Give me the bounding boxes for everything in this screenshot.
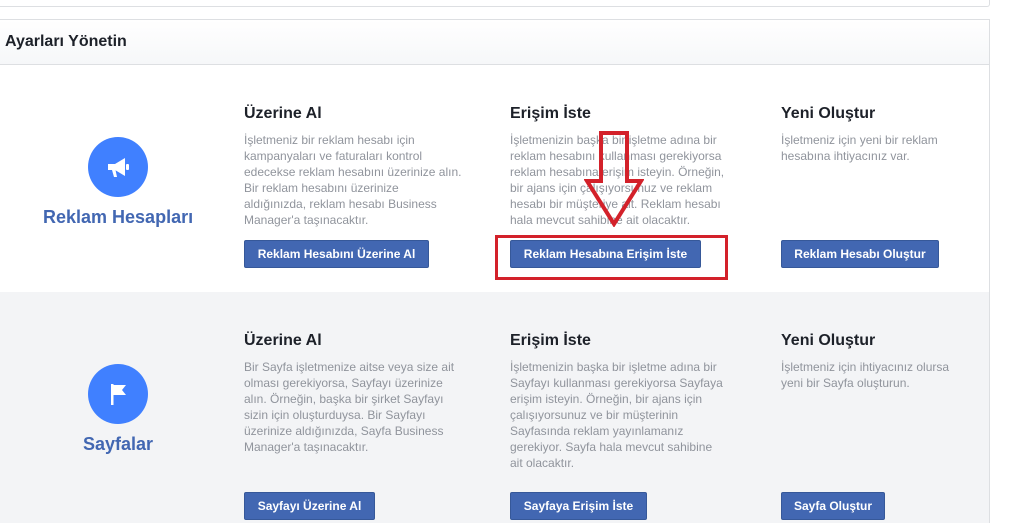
category-label-pages: Sayfalar [83, 434, 154, 454]
pages-section: Sayfalar Üzerine Al Bir Sayfa işletmeniz… [0, 292, 989, 523]
claim-page-button[interactable]: Sayfayı Üzerine Al [244, 492, 375, 520]
column-desc-claim: Bir Sayfa işletmenize aitse veya size ai… [244, 360, 455, 454]
previous-panel-edge [0, 0, 990, 7]
column-title-create-new: Yeni Oluştur [781, 332, 876, 349]
column-desc-request-access: İşletmenizin başka bir işletme adına bir… [510, 360, 723, 470]
create-ad-account-button[interactable]: Reklam Hesabı Oluştur [781, 240, 939, 268]
claim-ad-account-button[interactable]: Reklam Hesabını Üzerine Al [244, 240, 429, 268]
annotation-arrow-down-icon [584, 131, 644, 227]
annotation-highlight-box [495, 235, 728, 280]
column-title-claim: Üzerine Al [244, 105, 322, 122]
column-title-claim: Üzerine Al [244, 332, 322, 349]
panel-title: Ayarları Yönetin [5, 33, 127, 50]
column-title-request-access: Erişim İste [510, 105, 591, 122]
column-title-create-new: Yeni Oluştur [781, 105, 876, 122]
column-desc-create-new: İşletmeniz için yeni bir reklam hesabına… [781, 133, 938, 163]
category-label-ad-accounts: Reklam Hesapları [43, 207, 194, 227]
request-page-access-button[interactable]: Sayfaya Erişim İste [510, 492, 647, 520]
column-title-request-access: Erişim İste [510, 332, 591, 349]
megaphone-icon [88, 137, 148, 197]
column-desc-claim: İşletmeniz bir reklam hesabı için kampan… [244, 133, 462, 227]
create-page-button[interactable]: Sayfa Oluştur [781, 492, 885, 520]
column-desc-create-new: İşletmeniz için ihtiyacınız olursa yeni … [781, 360, 950, 390]
panel-header: Ayarları Yönetin [0, 20, 989, 65]
flag-icon [88, 364, 148, 424]
